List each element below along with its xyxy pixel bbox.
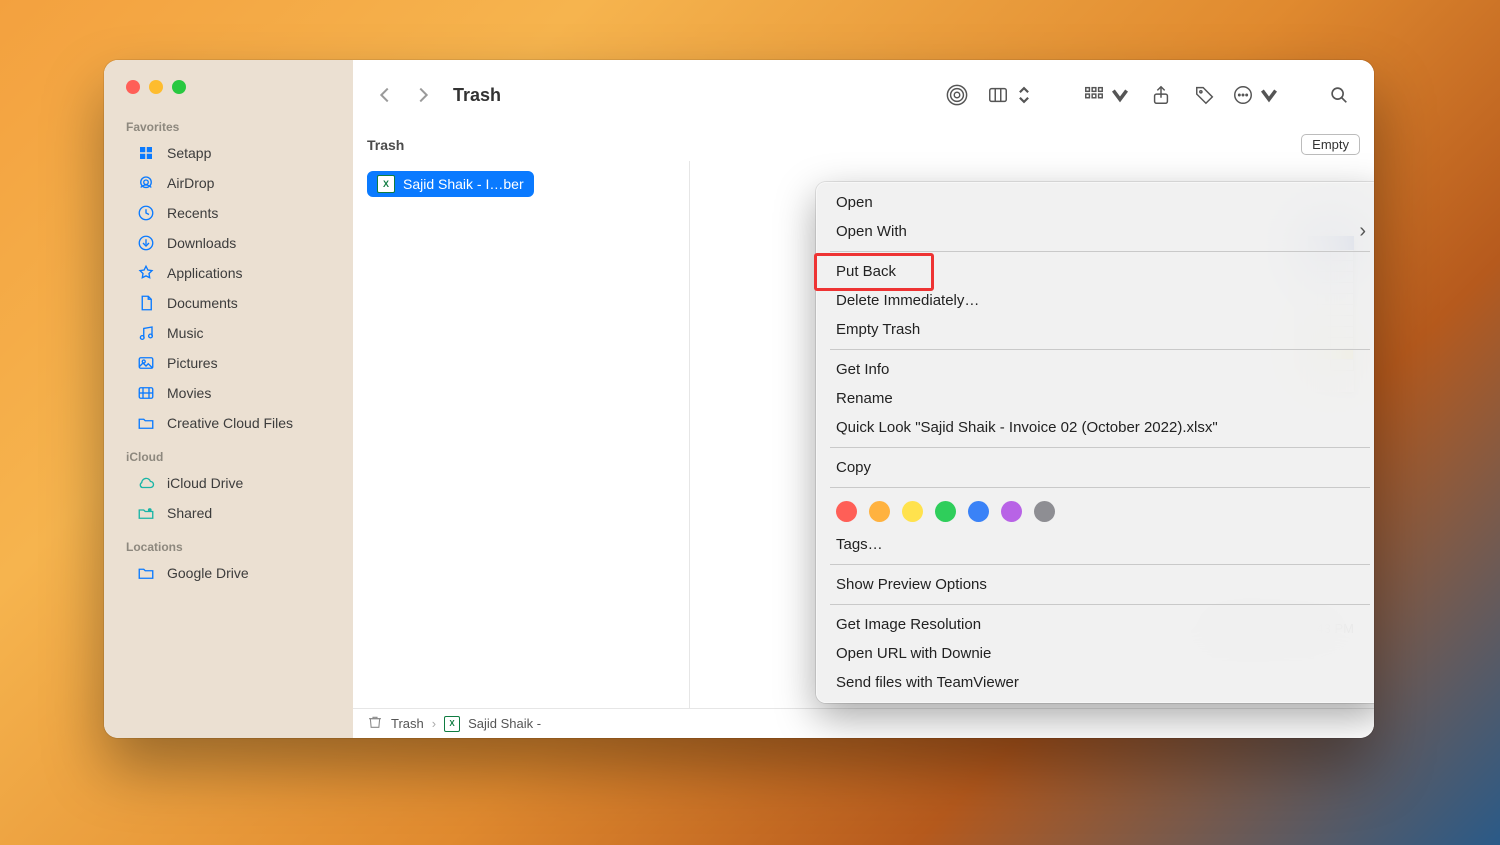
window-title: Trash	[453, 85, 501, 106]
sidebar: Favorites Setapp AirDrop Recents Downloads Ap…	[104, 60, 353, 738]
view-columns-button[interactable]	[984, 84, 1038, 106]
menu-item-send-files-with-teamviewer[interactable]: Send files with TeamViewer	[816, 668, 1374, 697]
share-button[interactable]	[1144, 84, 1178, 106]
folder-icon	[136, 563, 156, 583]
main-pane: Trash	[353, 60, 1374, 738]
file-list[interactable]: X Sajid Shaik - I…ber	[353, 161, 690, 708]
tag-colors-row	[816, 493, 1374, 530]
sidebar-item-recents[interactable]: Recents	[112, 198, 345, 228]
back-button[interactable]	[371, 81, 399, 109]
sidebar-item-shared[interactable]: Shared	[112, 498, 345, 528]
tag-color-orange[interactable]	[869, 501, 890, 522]
tag-color-green[interactable]	[935, 501, 956, 522]
menu-item-open[interactable]: Open	[816, 188, 1374, 217]
chevron-right-icon: ›	[432, 716, 436, 731]
tag-color-gray[interactable]	[1034, 501, 1055, 522]
music-icon	[136, 323, 156, 343]
sidebar-item-label: Downloads	[167, 235, 236, 251]
tag-color-blue[interactable]	[968, 501, 989, 522]
sidebar-item-google-drive[interactable]: Google Drive	[112, 558, 345, 588]
fullscreen-window-button[interactable]	[172, 80, 186, 94]
documents-icon	[136, 293, 156, 313]
sidebar-item-airdrop[interactable]: AirDrop	[112, 168, 345, 198]
sidebar-item-setapp[interactable]: Setapp	[112, 138, 345, 168]
menu-item-empty-trash[interactable]: Empty Trash	[816, 315, 1374, 344]
path-bar: Trash › X Sajid Shaik -	[353, 708, 1374, 738]
sidebar-item-label: Applications	[167, 265, 243, 281]
pathbar-location[interactable]: Trash	[391, 716, 424, 731]
search-button[interactable]	[1322, 84, 1356, 106]
minimize-window-button[interactable]	[149, 80, 163, 94]
applications-icon	[136, 263, 156, 283]
sidebar-item-movies[interactable]: Movies	[112, 378, 345, 408]
pathbar-file[interactable]: Sajid Shaik -	[468, 716, 541, 731]
menu-item-rename[interactable]: Rename	[816, 384, 1374, 413]
sidebar-section-label: Locations	[104, 528, 353, 558]
location-title: Trash	[367, 137, 404, 153]
menu-item-open-url-with-downie[interactable]: Open URL with Downie	[816, 639, 1374, 668]
empty-trash-button[interactable]: Empty	[1301, 134, 1360, 155]
tag-color-purple[interactable]	[1001, 501, 1022, 522]
sidebar-item-downloads[interactable]: Downloads	[112, 228, 345, 258]
airdrop-icon[interactable]	[940, 84, 974, 106]
sidebar-item-label: Google Drive	[167, 565, 249, 581]
sidebar-item-label: Pictures	[167, 355, 218, 371]
movies-icon	[136, 383, 156, 403]
toolbar: Trash	[353, 60, 1374, 130]
sidebar-item-label: Music	[167, 325, 204, 341]
shared-icon	[136, 503, 156, 523]
folder-icon	[136, 413, 156, 433]
more-button[interactable]	[1232, 84, 1280, 106]
menu-item-quick-look-sajid-shaik-invoice-02-october-2022-xlsx[interactable]: Quick Look "Sajid Shaik - Invoice 02 (Oc…	[816, 413, 1374, 442]
sidebar-item-label: AirDrop	[167, 175, 214, 191]
file-item-selected[interactable]: X Sajid Shaik - I…ber	[367, 171, 534, 197]
xlsx-icon: X	[444, 716, 460, 732]
sidebar-item-label: Shared	[167, 505, 212, 521]
menu-item-put-back[interactable]: Put Back	[816, 257, 1374, 286]
sidebar-item-label: Recents	[167, 205, 218, 221]
close-window-button[interactable]	[126, 80, 140, 94]
cloud-icon	[136, 473, 156, 493]
finder-window: Favorites Setapp AirDrop Recents Downloads Ap…	[104, 60, 1374, 738]
context-menu: OpenOpen With Put BackDelete Immediately……	[816, 182, 1374, 703]
file-name-truncated: Sajid Shaik - I…ber	[403, 176, 524, 192]
airdrop-icon	[136, 173, 156, 193]
xlsx-icon: X	[377, 175, 395, 193]
sidebar-item-applications[interactable]: Applications	[112, 258, 345, 288]
sidebar-item-label: Creative Cloud Files	[167, 415, 293, 431]
sidebar-item-icloud-drive[interactable]: iCloud Drive	[112, 468, 345, 498]
menu-item-get-info[interactable]: Get Info	[816, 355, 1374, 384]
trash-icon	[367, 714, 383, 733]
sidebar-item-music[interactable]: Music	[112, 318, 345, 348]
location-header: Trash Empty	[353, 130, 1374, 161]
sidebar-item-documents[interactable]: Documents	[112, 288, 345, 318]
sidebar-item-label: Movies	[167, 385, 211, 401]
menu-item-get-image-resolution[interactable]: Get Image Resolution	[816, 610, 1374, 639]
menu-item-tags[interactable]: Tags…	[816, 530, 1374, 559]
group-button[interactable]	[1080, 84, 1134, 106]
tag-color-yellow[interactable]	[902, 501, 923, 522]
sidebar-item-label: Documents	[167, 295, 238, 311]
sidebar-item-pictures[interactable]: Pictures	[112, 348, 345, 378]
sidebar-item-creative-cloud-files[interactable]: Creative Cloud Files	[112, 408, 345, 438]
sidebar-section-label: iCloud	[104, 438, 353, 468]
forward-button[interactable]	[409, 81, 437, 109]
menu-item-open-with[interactable]: Open With	[816, 217, 1374, 246]
window-controls	[104, 80, 353, 108]
sidebar-item-label: iCloud Drive	[167, 475, 243, 491]
sidebar-section-label: Favorites	[104, 108, 353, 138]
recents-icon	[136, 203, 156, 223]
tags-button[interactable]	[1188, 84, 1222, 106]
pictures-icon	[136, 353, 156, 373]
sidebar-item-label: Setapp	[167, 145, 211, 161]
menu-item-copy[interactable]: Copy	[816, 453, 1374, 482]
tag-color-red[interactable]	[836, 501, 857, 522]
menu-item-delete-immediately[interactable]: Delete Immediately…	[816, 286, 1374, 315]
downloads-icon	[136, 233, 156, 253]
menu-item-show-preview-options[interactable]: Show Preview Options	[816, 570, 1374, 599]
setapp-icon	[136, 143, 156, 163]
